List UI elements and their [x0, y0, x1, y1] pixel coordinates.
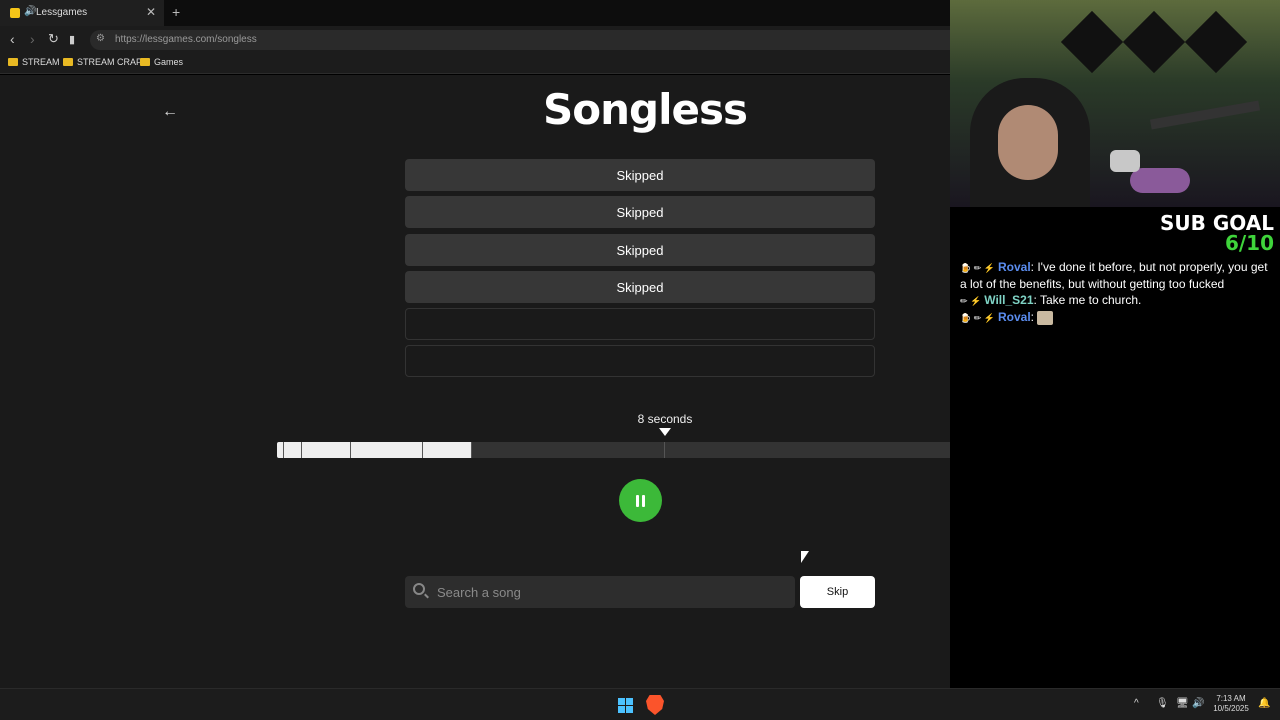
seconds-label: 8 seconds: [637, 412, 693, 426]
bookmark-stream[interactable]: STREAM: [8, 57, 60, 67]
pause-icon: [636, 494, 639, 507]
guess-slot-6: [405, 345, 875, 377]
windows-taskbar: ^ 🎙 🖥 🔊 7:13 AM 10/5/2025 🔔: [0, 688, 1280, 720]
acoustic-panel: [1122, 10, 1186, 74]
chat-badge-icon: 🍺 ✏ ⚡: [960, 313, 995, 323]
acoustic-panel: [1060, 10, 1124, 74]
tab-lessgames[interactable]: 🔊 Lessgames ✕: [0, 0, 164, 26]
acoustic-panel: [1184, 10, 1248, 74]
tab-title: Lessgames: [36, 7, 88, 18]
progress-segment-tick: [349, 442, 351, 458]
site-settings-icon[interactable]: ⚙: [96, 33, 105, 44]
webcam-feed: [950, 0, 1280, 207]
notification-icon[interactable]: 🔔: [1258, 698, 1270, 709]
page-title: Songless: [543, 85, 748, 134]
tab-bar: 🔊 Lessgames ✕ +: [0, 0, 950, 26]
chat-feed: 🍺 ✏ ⚡ Roval: I've done it before, but not…: [960, 259, 1274, 326]
bookmarks-bar: STREAM STREAM CRAP Games: [0, 54, 950, 74]
progress-segment-tick: [422, 442, 424, 458]
tray-overflow-icon[interactable]: ^: [1134, 698, 1139, 709]
chat-message: ✏ ⚡ Will_S21: Take me to church.: [960, 292, 1274, 309]
guess-slot-4: Skipped: [405, 271, 875, 303]
system-clock[interactable]: 7:13 AM 10/5/2025: [1206, 694, 1256, 714]
microphone: [1110, 150, 1140, 172]
pause-button[interactable]: [619, 479, 662, 522]
chat-text: :: [1030, 310, 1034, 324]
bookmark-games[interactable]: Games: [140, 57, 183, 67]
guess-slot-5: [405, 308, 875, 340]
guess-slot-2: Skipped: [405, 196, 875, 228]
chair: [1130, 168, 1190, 193]
stream-overlay: SUB GOAL 6/10 🍺 ✏ ⚡ Roval: I've done it b…: [950, 207, 1280, 688]
folder-icon: [8, 58, 18, 66]
progress-fill: [277, 442, 471, 458]
folder-icon: [63, 58, 73, 66]
network-icon[interactable]: 🖥: [1176, 698, 1189, 709]
audio-progress-bar: [277, 442, 1003, 458]
time-marker-icon: [659, 428, 671, 436]
bookmark-stream-crap[interactable]: STREAM CRAP: [63, 57, 142, 67]
reload-icon[interactable]: ↻: [48, 31, 59, 47]
progress-segment-tick: [664, 442, 666, 458]
songless-page: ← Songless Skipped Skipped Skipped Skipp…: [0, 75, 1003, 688]
search-icon: [413, 583, 425, 595]
guess-slot-3: Skipped: [405, 234, 875, 266]
new-tab-button[interactable]: +: [172, 4, 180, 20]
sub-goal-count: 6/10: [1224, 231, 1274, 255]
chat-username: Will_S21: [984, 293, 1034, 307]
speaker-icon[interactable]: 🔊: [24, 6, 36, 17]
mic-arm: [1149, 100, 1261, 130]
chat-message: 🍺 ✏ ⚡ Roval: I've done it before, but not…: [960, 259, 1274, 292]
lessgames-favicon-icon: [10, 8, 20, 18]
chat-text: : Take me to church.: [1033, 293, 1142, 307]
chat-username: Roval: [997, 310, 1031, 324]
progress-segment-tick: [301, 442, 303, 458]
nav-bar: ‹ › ↻ ▮ ⚙ https://lessgames.com/songless: [0, 26, 950, 54]
song-search[interactable]: [405, 576, 795, 608]
brave-browser-icon[interactable]: [646, 695, 664, 715]
clock-time: 7:13 AM: [1216, 694, 1246, 703]
forward-icon[interactable]: ›: [30, 31, 35, 47]
chat-emote-icon: [1037, 310, 1054, 325]
mouse-cursor-icon: [801, 551, 809, 563]
progress-segment-tick: [283, 442, 285, 458]
folder-icon: [140, 58, 150, 66]
progress-segment-tick: [470, 442, 472, 458]
guess-slot-1: Skipped: [405, 159, 875, 191]
sub-goal: SUB GOAL 6/10: [1160, 213, 1274, 253]
skip-button[interactable]: Skip: [800, 576, 875, 608]
pause-icon-bar: [642, 494, 645, 507]
volume-icon[interactable]: 🔊: [1192, 698, 1204, 709]
chat-message: 🍺 ✏ ⚡ Roval:: [960, 309, 1274, 326]
close-tab-icon[interactable]: ✕: [146, 5, 156, 19]
address-bar[interactable]: ⚙ https://lessgames.com/songless: [90, 30, 950, 50]
windows-start-icon[interactable]: [618, 698, 633, 713]
chat-username: Roval: [997, 260, 1031, 274]
chat-badge-icon: ✏ ⚡: [960, 296, 982, 306]
back-arrow-icon[interactable]: ←: [162, 103, 178, 121]
back-icon[interactable]: ‹: [10, 31, 15, 47]
streamer-face: [998, 105, 1058, 180]
microphone-icon[interactable]: 🎙: [1156, 698, 1169, 709]
url-text: https://lessgames.com/songless: [115, 34, 257, 45]
chat-badge-icon: 🍺 ✏ ⚡: [960, 263, 995, 273]
search-input[interactable]: [437, 576, 787, 608]
sub-goal-title: SUB GOAL: [1160, 211, 1274, 235]
bookmark-icon[interactable]: ▮: [69, 33, 75, 46]
clock-date: 10/5/2025: [1213, 704, 1249, 713]
